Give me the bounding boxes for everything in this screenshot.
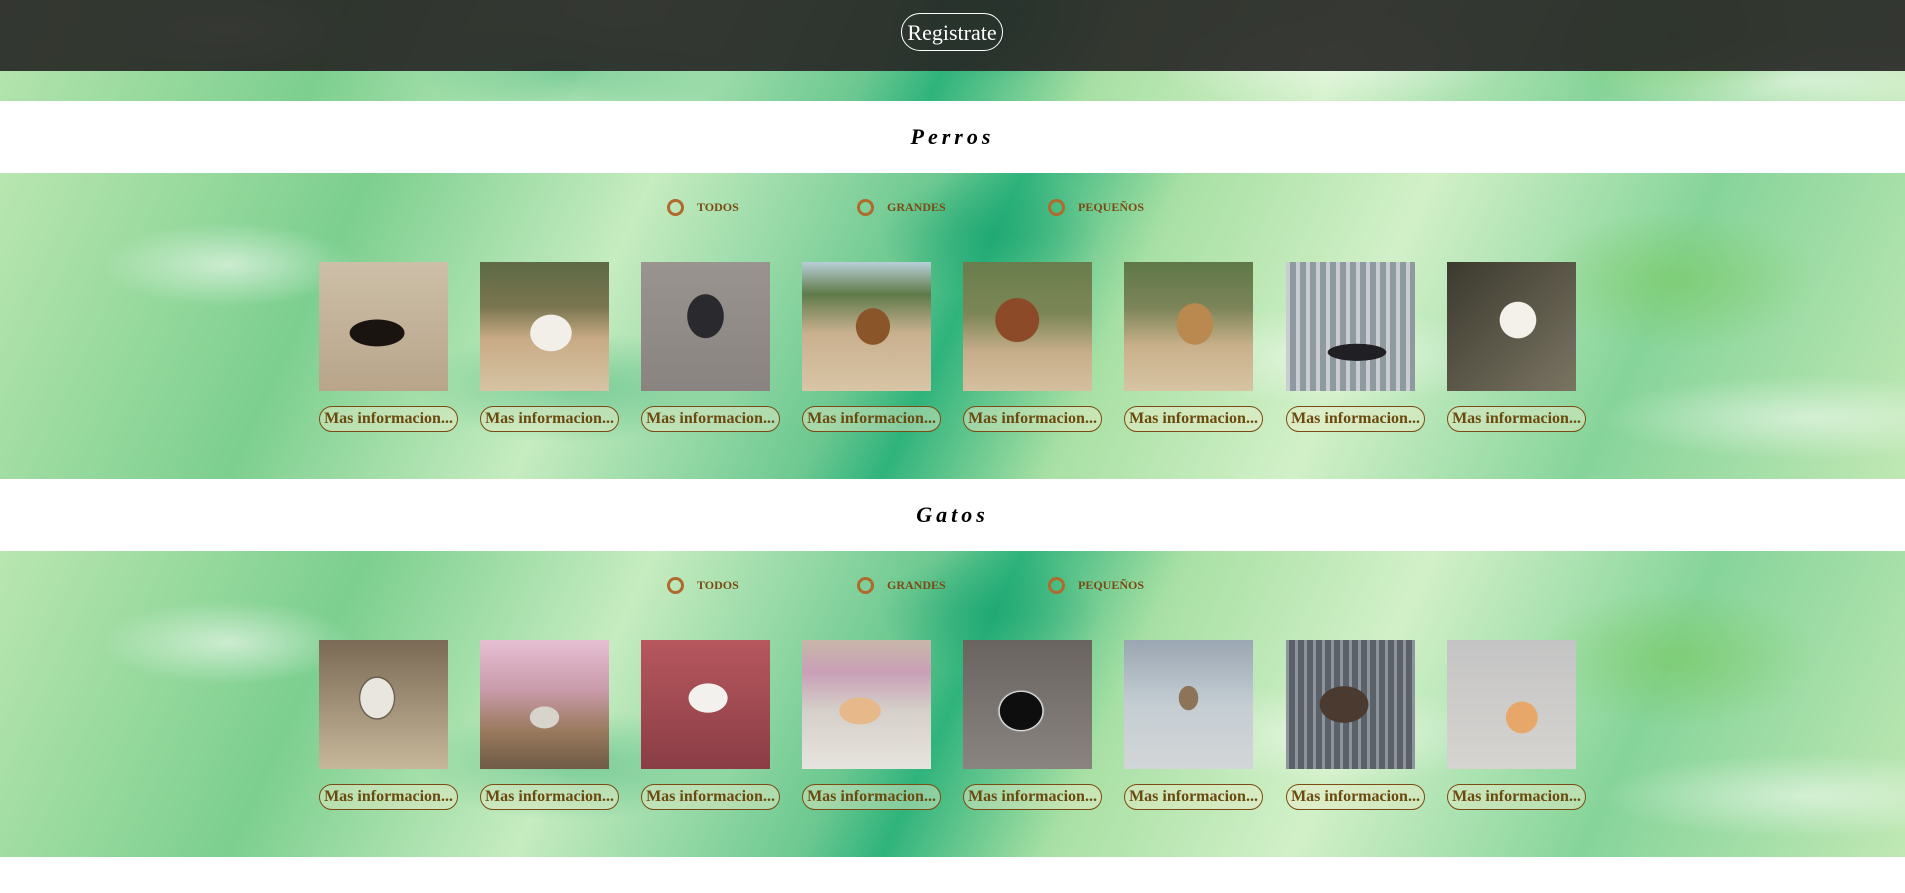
filter-todos[interactable]: TODOS xyxy=(667,577,739,594)
filter-group-perros: TODOS GRANDES PEQUEÑOS xyxy=(0,199,1905,223)
more-info-button[interactable]: Mas informacion... xyxy=(641,784,780,810)
gallery-perros: TODOS GRANDES PEQUEÑOS Mas informacion..… xyxy=(0,173,1905,479)
pet-card: Mas informacion... xyxy=(641,640,781,810)
section-title-band-gatos: Gatos xyxy=(0,479,1905,551)
radio-icon[interactable] xyxy=(857,577,874,594)
pet-card: Mas informacion... xyxy=(480,262,620,432)
radio-icon[interactable] xyxy=(1048,577,1065,594)
pet-card: Mas informacion... xyxy=(319,640,459,810)
radio-icon[interactable] xyxy=(857,199,874,216)
top-bar: Registrate xyxy=(0,0,1905,71)
filter-grandes[interactable]: GRANDES xyxy=(857,577,946,594)
filter-label: PEQUEÑOS xyxy=(1078,578,1145,592)
dog-photo[interactable] xyxy=(641,262,770,391)
more-info-button[interactable]: Mas informacion... xyxy=(802,784,941,810)
more-info-button[interactable]: Mas informacion... xyxy=(1447,406,1586,432)
radio-icon[interactable] xyxy=(667,199,684,216)
filter-group-gatos: TODOS GRANDES PEQUEÑOS xyxy=(0,577,1905,601)
more-info-button[interactable]: Mas informacion... xyxy=(1124,406,1263,432)
dog-photo[interactable] xyxy=(480,262,609,391)
dog-photo[interactable] xyxy=(1447,262,1576,391)
pet-card: Mas informacion... xyxy=(802,262,942,432)
more-info-button[interactable]: Mas informacion... xyxy=(1124,784,1263,810)
filter-label: TODOS xyxy=(697,578,739,592)
dog-photo[interactable] xyxy=(1124,262,1253,391)
pet-card: Mas informacion... xyxy=(641,262,781,432)
cat-photo[interactable] xyxy=(963,640,1092,769)
more-info-button[interactable]: Mas informacion... xyxy=(1286,784,1425,810)
pet-card: Mas informacion... xyxy=(963,262,1103,432)
more-info-button[interactable]: Mas informacion... xyxy=(1286,406,1425,432)
radio-icon[interactable] xyxy=(1048,199,1065,216)
page-header: Registrate xyxy=(0,0,1905,101)
more-info-button[interactable]: Mas informacion... xyxy=(963,406,1102,432)
section-title-gatos: Gatos xyxy=(916,502,989,527)
filter-label: TODOS xyxy=(697,200,739,214)
pet-card: Mas informacion... xyxy=(1286,640,1426,810)
cat-photo[interactable] xyxy=(1286,640,1415,769)
filter-grandes[interactable]: GRANDES xyxy=(857,199,946,216)
cat-photo[interactable] xyxy=(319,640,448,769)
cat-photo[interactable] xyxy=(802,640,931,769)
cat-photo[interactable] xyxy=(1124,640,1253,769)
more-info-button[interactable]: Mas informacion... xyxy=(802,406,941,432)
register-button[interactable]: Registrate xyxy=(901,13,1003,51)
dog-photo[interactable] xyxy=(1286,262,1415,391)
filter-label: PEQUEÑOS xyxy=(1078,200,1145,214)
pet-card: Mas informacion... xyxy=(480,640,620,810)
filter-pequenos[interactable]: PEQUEÑOS xyxy=(1048,577,1144,594)
section-title-band-perros: Perros xyxy=(0,101,1905,173)
pet-card: Mas informacion... xyxy=(802,640,942,810)
pet-card: Mas informacion... xyxy=(1286,262,1426,432)
more-info-button[interactable]: Mas informacion... xyxy=(319,784,458,810)
more-info-button[interactable]: Mas informacion... xyxy=(319,406,458,432)
more-info-button[interactable]: Mas informacion... xyxy=(480,784,619,810)
more-info-button[interactable]: Mas informacion... xyxy=(963,784,1102,810)
radio-icon[interactable] xyxy=(667,577,684,594)
cat-photo[interactable] xyxy=(641,640,770,769)
cat-photo[interactable] xyxy=(480,640,609,769)
pet-card: Mas informacion... xyxy=(963,640,1103,810)
pet-card: Mas informacion... xyxy=(1124,640,1264,810)
filter-todos[interactable]: TODOS xyxy=(667,199,739,216)
filter-label: GRANDES xyxy=(887,578,946,592)
pet-card: Mas informacion... xyxy=(1447,640,1587,810)
filter-label: GRANDES xyxy=(887,200,946,214)
more-info-button[interactable]: Mas informacion... xyxy=(641,406,780,432)
filter-pequenos[interactable]: PEQUEÑOS xyxy=(1048,199,1144,216)
dog-photo[interactable] xyxy=(802,262,931,391)
dog-photo[interactable] xyxy=(963,262,1092,391)
section-title-perros: Perros xyxy=(910,124,995,149)
more-info-button[interactable]: Mas informacion... xyxy=(480,406,619,432)
pet-card: Mas informacion... xyxy=(319,262,459,432)
more-info-button[interactable]: Mas informacion... xyxy=(1447,784,1586,810)
pet-card: Mas informacion... xyxy=(1447,262,1587,432)
cat-photo[interactable] xyxy=(1447,640,1576,769)
pet-card: Mas informacion... xyxy=(1124,262,1264,432)
dog-photo[interactable] xyxy=(319,262,448,391)
gallery-gatos: TODOS GRANDES PEQUEÑOS Mas informacion..… xyxy=(0,551,1905,857)
